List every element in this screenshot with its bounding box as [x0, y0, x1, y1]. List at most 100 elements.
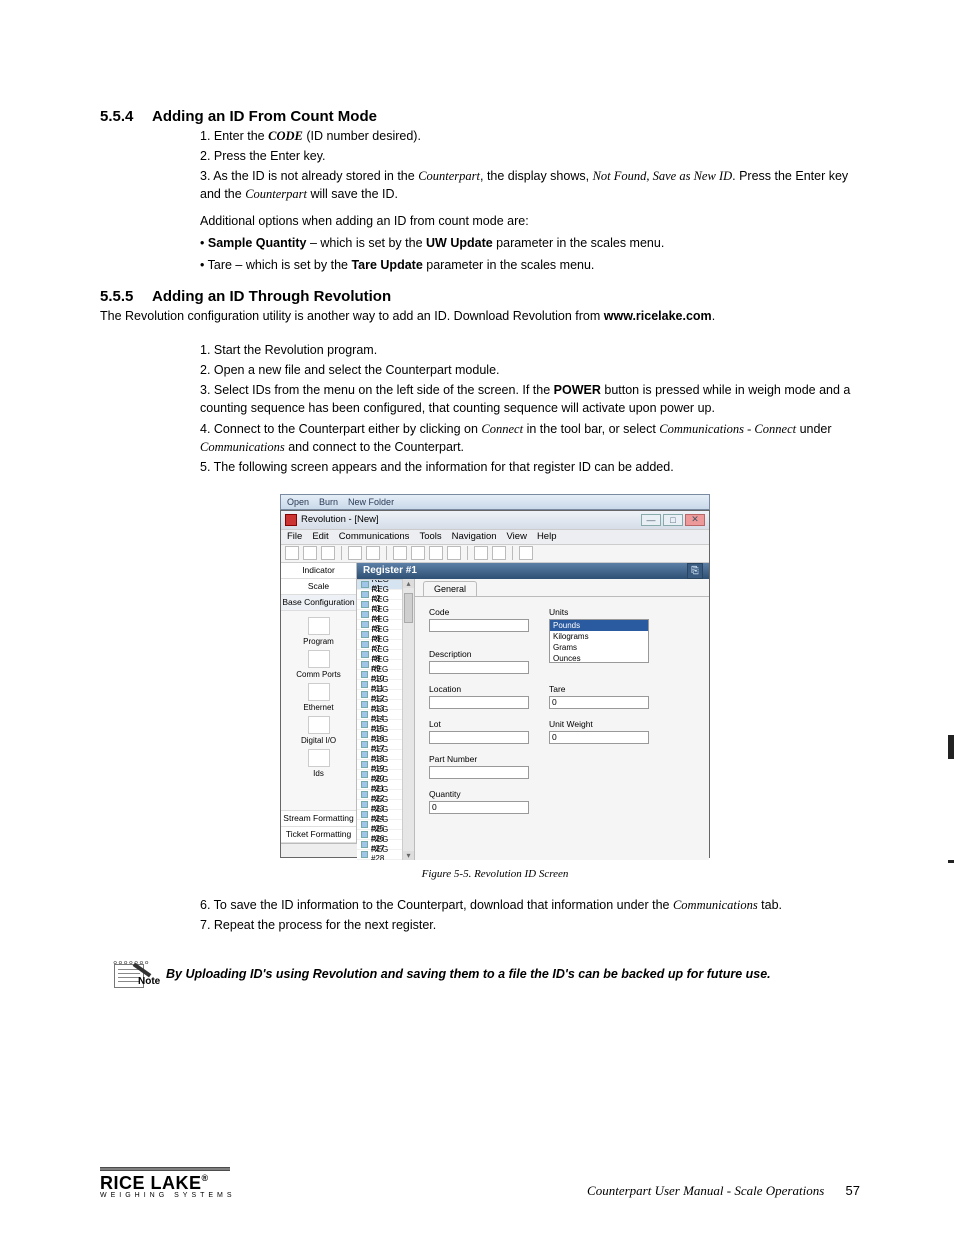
minimize-button[interactable]: — [641, 514, 661, 526]
menu-view[interactable]: View [507, 531, 527, 542]
nav-dio[interactable]: Digital I/O [301, 736, 336, 745]
s554-step3: 3. As the ID is not already stored in th… [200, 167, 860, 203]
nav-indicator[interactable]: Indicator [281, 563, 356, 579]
register-icon [361, 591, 369, 598]
toolbar-flag-icon[interactable] [519, 546, 533, 560]
maximize-button[interactable]: □ [663, 514, 683, 526]
s555-s4: 4. Connect to the Counterpart either by … [200, 420, 860, 456]
register-list[interactable]: REG #1REG #2REG #3REG #4REG #5REG #6REG … [357, 579, 402, 860]
unit-pounds[interactable]: Pounds [550, 620, 648, 631]
menu-bar: File Edit Communications Tools Navigatio… [281, 529, 709, 545]
comm-ports-icon[interactable] [308, 650, 330, 668]
window-titlebar: Revolution - [New] — □ ✕ [281, 511, 709, 529]
scrollbar[interactable] [402, 579, 414, 860]
nav-ethernet[interactable]: Ethernet [303, 703, 333, 712]
s554-opt2: • Tare – which is set by the Tare Update… [200, 256, 860, 274]
toolbar-open-icon[interactable] [303, 546, 317, 560]
explorer-burn[interactable]: Burn [319, 497, 338, 507]
nav-base-config[interactable]: Base Configuration [281, 595, 356, 611]
s554-opt1: • Sample Quantity – which is set by the … [200, 234, 860, 252]
explorer-newfolder[interactable]: New Folder [348, 497, 394, 507]
ethernet-icon[interactable] [308, 683, 330, 701]
register-header-title: Register #1 [363, 565, 417, 576]
folder-icon[interactable] [308, 617, 330, 635]
register-icon [361, 651, 369, 658]
digital-io-icon[interactable] [308, 716, 330, 734]
register-icon [361, 771, 368, 778]
menu-help[interactable]: Help [537, 531, 557, 542]
toolbar-help-icon[interactable] [492, 546, 506, 560]
explorer-open[interactable]: Open [287, 497, 309, 507]
register-list-col: REG #1REG #2REG #3REG #4REG #5REG #6REG … [357, 579, 415, 860]
register-icon [361, 811, 368, 818]
register-icon [361, 711, 368, 718]
label-location: Location [429, 684, 529, 694]
menu-communications[interactable]: Communications [339, 531, 410, 542]
toolbar-new-icon[interactable] [285, 546, 299, 560]
toolbar-preview-icon[interactable] [366, 546, 380, 560]
tab-general[interactable]: General [423, 581, 477, 596]
input-tare[interactable] [549, 696, 649, 709]
s555-s7: 7. Repeat the process for the next regis… [200, 916, 860, 934]
register-icon [361, 761, 368, 768]
toolbar-connect-icon[interactable] [474, 546, 488, 560]
register-item[interactable]: REG #28 [357, 850, 402, 860]
toolbar-undo-icon[interactable] [393, 546, 407, 560]
nav-scale[interactable]: Scale [281, 579, 356, 595]
input-quantity[interactable] [429, 801, 529, 814]
register-header: Register #1 ⎘ [357, 563, 709, 579]
register-icon [361, 691, 368, 698]
unit-ounces[interactable]: Ounces [550, 653, 648, 663]
nav-ids[interactable]: Ids [313, 769, 324, 778]
nav-ticket-formatting[interactable]: Ticket Formatting [281, 827, 356, 843]
register-label: REG #28 [371, 845, 398, 860]
form-panel: General Code Units Pounds Kilograms [415, 579, 709, 860]
window-title: Revolution - [New] [301, 514, 379, 525]
input-part-number[interactable] [429, 766, 529, 779]
register-icon [361, 741, 368, 748]
toolbar-cut-icon[interactable] [411, 546, 425, 560]
input-location[interactable] [429, 696, 529, 709]
register-icon [361, 621, 369, 628]
menu-file[interactable]: File [287, 531, 302, 542]
unit-grams[interactable]: Grams [550, 642, 648, 653]
note-block: ∘∘∘∘∘∘∘ Note By Uploading ID's using Rev… [110, 958, 860, 990]
note-label: Note [138, 976, 160, 987]
menu-edit[interactable]: Edit [312, 531, 328, 542]
nav-stream-formatting[interactable]: Stream Formatting [281, 811, 356, 827]
label-lot: Lot [429, 719, 529, 729]
toolbar-print-icon[interactable] [348, 546, 362, 560]
input-code[interactable] [429, 619, 529, 632]
toolbar-paste-icon[interactable] [447, 546, 461, 560]
brand-logo: RICE LAKE® WEIGHING SYSTEMS [100, 1167, 236, 1199]
s555-s1: 1. Start the Revolution program. [200, 341, 860, 359]
input-lot[interactable] [429, 731, 529, 744]
s554-step2: 2. Press the Enter key. [200, 147, 860, 165]
ids-icon[interactable] [308, 749, 330, 767]
register-icon [361, 631, 369, 638]
close-button[interactable]: ✕ [685, 514, 705, 526]
s555-s2: 2. Open a new file and select the Counte… [200, 361, 860, 379]
toolbar-save-icon[interactable] [321, 546, 335, 560]
menu-navigation[interactable]: Navigation [452, 531, 497, 542]
note-text: By Uploading ID's using Revolution and s… [166, 967, 771, 981]
panel-exit-icon[interactable]: ⎘ [687, 563, 703, 579]
scrollbar-thumb[interactable] [404, 593, 413, 623]
nav-program[interactable]: Program [303, 637, 334, 646]
register-icon [361, 831, 368, 838]
footer-doc-title: Counterpart User Manual - Scale Operatio… [587, 1183, 824, 1198]
units-listbox[interactable]: Pounds Kilograms Grams Ounces [549, 619, 649, 663]
page-number: 57 [846, 1183, 860, 1198]
tool-bar [281, 545, 709, 563]
unit-kilograms[interactable]: Kilograms [550, 631, 648, 642]
register-icon [361, 731, 368, 738]
toolbar-copy-icon[interactable] [429, 546, 443, 560]
label-quantity: Quantity [429, 789, 529, 799]
s555-intro: The Revolution configuration utility is … [100, 307, 860, 325]
nav-comm[interactable]: Comm Ports [296, 670, 340, 679]
menu-tools[interactable]: Tools [419, 531, 441, 542]
section-554-title: Adding an ID From Count Mode [152, 108, 377, 125]
input-unit-weight[interactable] [549, 731, 649, 744]
register-icon [361, 661, 369, 668]
input-description[interactable] [429, 661, 529, 674]
